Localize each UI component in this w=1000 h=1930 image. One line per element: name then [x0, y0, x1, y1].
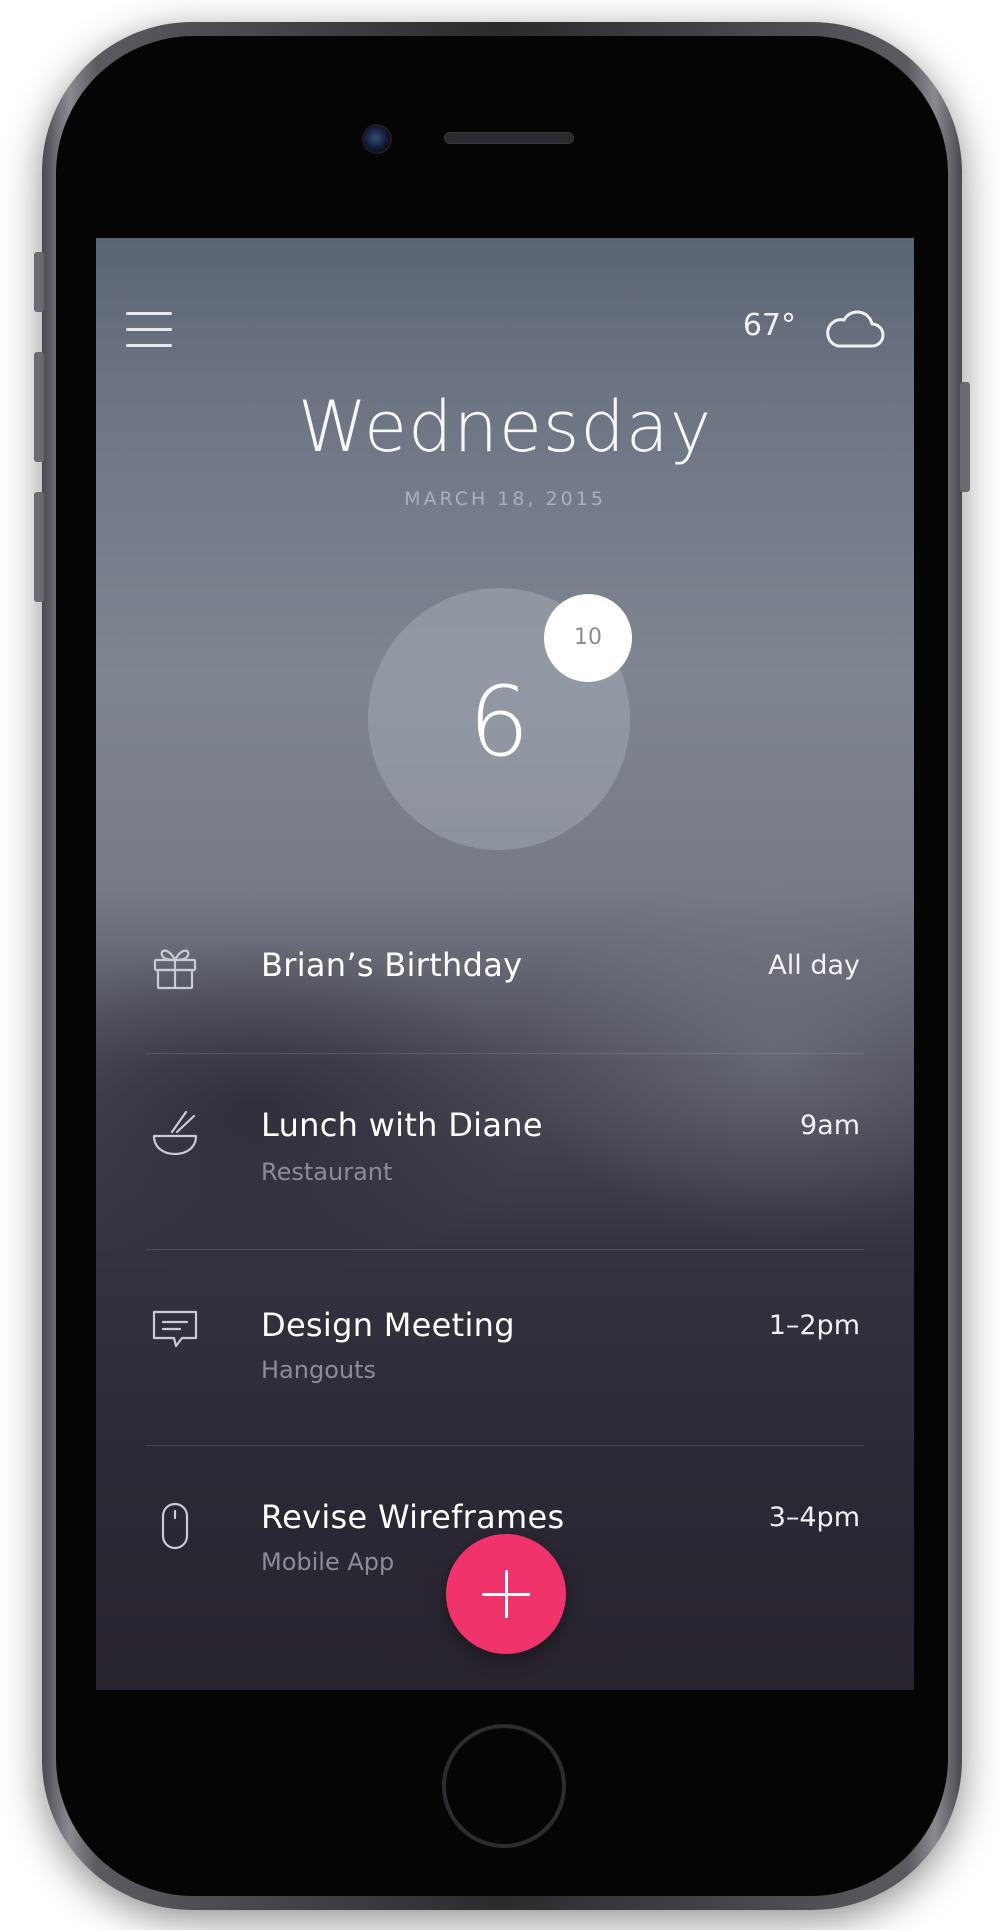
event-time: 1–2pm — [768, 1310, 860, 1341]
event-title: Design Meeting — [261, 1306, 515, 1344]
event-time: 9am — [799, 1110, 860, 1141]
mouse-icon — [161, 1502, 189, 1550]
event-subtitle: Mobile App — [261, 1548, 395, 1576]
cloud-icon[interactable] — [824, 302, 886, 352]
list-item[interactable]: Brian’s Birthday All day — [96, 888, 914, 1054]
mute-switch — [34, 252, 44, 312]
event-list: Brian’s Birthday All day Lunch with Dian… — [96, 888, 914, 1642]
plus-icon-vertical — [505, 1570, 508, 1618]
front-camera — [362, 124, 392, 154]
event-time: 3–4pm — [768, 1502, 860, 1533]
volume-up-button — [34, 352, 44, 462]
event-title: Lunch with Diane — [261, 1106, 543, 1144]
volume-down-button — [34, 492, 44, 602]
hamburger-menu-icon[interactable] — [126, 310, 172, 350]
add-event-button[interactable] — [446, 1534, 566, 1654]
list-item[interactable]: Design Meeting Hangouts 1–2pm — [96, 1250, 914, 1446]
event-title: Brian’s Birthday — [261, 946, 523, 984]
earpiece-speaker — [444, 132, 574, 144]
event-subtitle: Restaurant — [261, 1158, 393, 1186]
day-title: Wednesday — [297, 386, 713, 468]
event-title: Revise Wireframes — [261, 1498, 565, 1536]
temperature-label: 67° — [742, 308, 796, 343]
event-count-badge[interactable]: 10 — [544, 594, 632, 682]
bowl-chopsticks-icon — [152, 1110, 198, 1156]
date-subtitle: MARCH 18, 2015 — [404, 488, 606, 510]
day-number: 6 — [468, 666, 530, 778]
home-button[interactable] — [442, 1724, 566, 1848]
list-item[interactable]: Lunch with Diane Restaurant 9am — [96, 1054, 914, 1250]
app-screen: 67° Wednesday MARCH 18, 2015 6 10 Brian’… — [96, 238, 914, 1690]
chat-bubble-icon — [152, 1310, 198, 1348]
event-subtitle: Hangouts — [261, 1356, 377, 1384]
event-time: All day — [768, 950, 860, 981]
power-button — [960, 382, 970, 492]
gift-icon — [153, 949, 197, 990]
